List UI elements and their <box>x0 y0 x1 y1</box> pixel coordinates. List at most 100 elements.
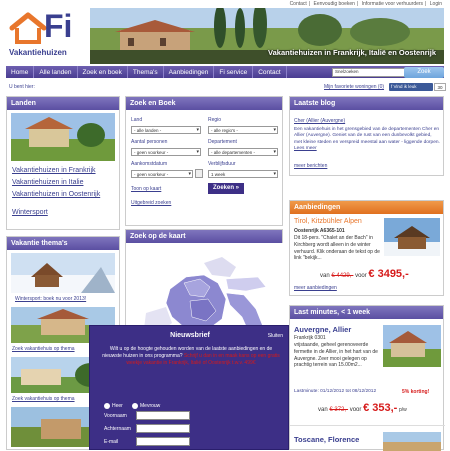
thema-caption-3[interactable]: Zoek vakantiehuis op thema <box>12 396 75 402</box>
nieuwsbrief-body: Wilt u op de hoogte gehouden worden van … <box>102 346 280 366</box>
top-link-login[interactable]: Login <box>428 1 444 7</box>
nieuwsbrief-title: Nieuwsbrief <box>170 332 210 339</box>
blog-post-text: Een vakantiehuis in het grensgebied van … <box>294 127 440 153</box>
aanbieding-place: Tirol, Kitzbühler Alpen <box>294 218 362 225</box>
nieuwsbrief-close-button[interactable]: Sluiten <box>268 333 283 339</box>
facebook-like-count: 30 <box>434 83 446 91</box>
kaart-title: Zoek op de kaart <box>126 230 282 243</box>
lastminute-1-text: vrijstaande, geheel gerenoveerde fermett… <box>294 342 378 369</box>
aanbiedingen-panel: Aanbiedingen Tirol, Kitzbühler Alpen Oos… <box>289 200 444 296</box>
facebook-like-label: Vind ik leuk <box>393 84 417 89</box>
regio-select[interactable]: - alle regio's - <box>208 126 278 134</box>
landen-link-frankrijk[interactable]: Vakantiehuizen in Frankrijk <box>12 167 96 174</box>
email-label: E-mail <box>104 439 119 445</box>
departement-select[interactable]: - alle departementen - <box>208 148 278 156</box>
voornaam-input[interactable] <box>136 411 190 420</box>
aankomst-select[interactable]: - geen voorkeur - <box>131 170 193 178</box>
facebook-like-button[interactable]: f Vind ik leuk <box>389 83 433 91</box>
toon-op-kaart-link[interactable]: Toon op kaart <box>131 186 161 192</box>
blog-post-body: Een vakantiehuis in het grensgebied van … <box>294 127 440 145</box>
header-banner: Vakantiehuizen in Frankrijk, Italië en O… <box>90 8 444 64</box>
landen-link-wintersport[interactable]: Wintersport <box>12 209 48 216</box>
zoek-boek-panel: Zoek en Boek Land - alle landen - Regio … <box>125 96 283 226</box>
lastminute-divider <box>290 425 445 426</box>
voornaam-label: Voornaam <box>104 413 127 419</box>
landen-title: Landen <box>7 97 119 110</box>
personen-select[interactable]: - geen voorkeur - <box>131 148 201 156</box>
aanbieding-chalet-photo[interactable] <box>384 218 440 256</box>
lastminute-1-photo[interactable] <box>383 325 441 367</box>
verblijf-select[interactable]: 1 week <box>208 170 278 178</box>
logo-name: Vakantiehuizen <box>9 48 67 57</box>
meer-aanbiedingen-link[interactable]: meer aanbiedingen <box>294 285 337 291</box>
landen-link-italie[interactable]: Vakantiehuizen in Italie <box>12 179 83 186</box>
lastminutes-panel: Last minutes, < 1 week Auvergne, Allier … <box>289 305 445 451</box>
aanbiedingen-title: Aanbiedingen <box>290 201 443 214</box>
lastminute-1-old-price: € 372,- <box>329 407 349 413</box>
blog-post-title[interactable]: Cher (Allier (Auvergne) <box>294 118 345 124</box>
email-input[interactable] <box>136 437 190 446</box>
thema-caption-2[interactable]: Zoek vakantiehuis op thema <box>12 346 75 352</box>
nav-fi-service[interactable]: Fi service <box>214 66 254 78</box>
achternaam-label: Achternaam <box>104 426 131 432</box>
aanbieding-text: Dit 18-pers. "Chalet an der Bach" in Kir… <box>294 235 380 262</box>
aanbieding-price-row: van € 4429,- voor € 3495,- <box>320 268 409 280</box>
blog-panel: Laatste blog Cher (Allier (Auvergne) Een… <box>289 96 444 176</box>
zoeken-button[interactable]: Zoeken » <box>208 183 244 194</box>
lastminute-1-unit: p/w <box>398 407 407 413</box>
nav-alle-landen[interactable]: Alle landen <box>34 66 78 78</box>
landen-panel: Landen Vakantiehuizen in Frankrijk Vakan… <box>6 96 120 230</box>
departement-label: Departement <box>208 139 237 145</box>
breadcrumb: U bent hier: <box>9 84 35 90</box>
aanbieding-old-price: € 4429,- <box>331 273 354 279</box>
radio-heer-label: Heer <box>112 403 123 409</box>
lastminute-1-new-price: € 353,- <box>363 402 398 414</box>
landen-photo <box>11 113 115 161</box>
land-label: Land <box>131 117 143 123</box>
aanbieding-old-prefix: van <box>320 273 330 279</box>
calendar-icon[interactable] <box>195 169 203 178</box>
land-select[interactable]: - alle landen - <box>131 126 201 134</box>
nav-zoek-en-boek[interactable]: Zoek en boek <box>78 66 128 78</box>
radio-mevrouw[interactable] <box>132 403 138 409</box>
aanbieding-new-price: € 3495,- <box>368 268 409 280</box>
nav-contact[interactable]: Contact <box>253 66 287 78</box>
nieuwsbrief-modal: Nieuwsbrief Sluiten Wilt u op de hoogte … <box>89 325 289 450</box>
lastminute-2-place: Toscane, Florence <box>294 435 360 444</box>
lastminute-2-photo[interactable] <box>383 432 441 451</box>
top-link-eenvoudig-boeken[interactable]: Eenvoudig boeken <box>312 1 357 7</box>
top-link-verhuurders[interactable]: Informatie voor verhuurders <box>360 1 425 7</box>
nav-themas[interactable]: Thema's <box>128 66 164 78</box>
nav-aanbiedingen[interactable]: Aanbiedingen <box>164 66 215 78</box>
themas-title: Vakantie thema's <box>7 237 119 250</box>
lastminute-1-new-prefix: voor <box>349 407 362 413</box>
quick-search-button[interactable]: Zoek <box>404 67 444 78</box>
uitgebreid-zoeken-link[interactable]: Uitgebreid zoeken <box>131 200 171 206</box>
lastminute-1-period: Lastminute: 01/12/2012 tot 08/12/2012 <box>294 389 377 394</box>
thema-caption-wintersport[interactable]: Wintersport: boek nu voor 2013! <box>15 296 86 302</box>
blog-more-posts-link[interactable]: meer berichten <box>294 163 327 169</box>
thema-wintersport-photo[interactable] <box>11 253 115 293</box>
zoek-boek-title: Zoek en Boek <box>126 97 282 110</box>
favorites-link[interactable]: Mijn favoriete woningen (0) <box>324 84 384 90</box>
aanbieding-code: Oostenrijk A6365-101 <box>294 228 345 234</box>
blog-title: Laatste blog <box>290 97 443 110</box>
achternaam-input[interactable] <box>136 424 190 433</box>
lastminutes-title: Last minutes, < 1 week <box>290 306 443 319</box>
top-link-contact[interactable]: Contact <box>288 1 309 7</box>
radio-mevrouw-label: Mevrouw <box>140 403 161 409</box>
aankomst-label: Aankomstdatum <box>131 161 168 167</box>
blog-read-more-link[interactable]: Lees meer <box>294 146 317 151</box>
aanbieding-new-prefix: voor <box>355 273 367 279</box>
landen-link-oostenrijk[interactable]: Vakantiehuizen in Oostenrijk <box>12 191 100 198</box>
verblijf-label: Verblijfsduur <box>208 161 236 167</box>
lastminute-1-place: Auvergne, Allier <box>294 325 352 334</box>
personen-label: Aantal personen <box>131 139 168 145</box>
top-links: Contact | Eenvoudig boeken | Informatie vo… <box>288 1 444 7</box>
logo-fi: Fi <box>44 8 73 44</box>
lastminute-1-code: Frankrijk 0301 <box>294 335 326 341</box>
nav-home[interactable]: Home <box>6 66 35 78</box>
site-logo[interactable]: Fi Vakantiehuizen <box>6 8 90 66</box>
regio-label: Regio <box>208 117 222 123</box>
radio-heer[interactable] <box>104 403 110 409</box>
